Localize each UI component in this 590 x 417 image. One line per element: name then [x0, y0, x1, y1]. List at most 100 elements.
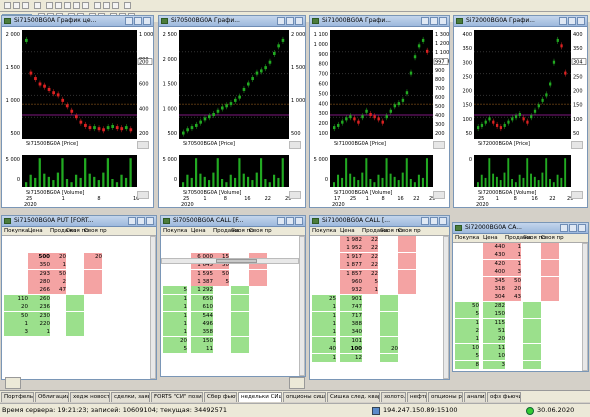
- close-button[interactable]: [577, 17, 585, 25]
- workspace-tab[interactable]: Сбер фьючи: [204, 392, 237, 402]
- table-row[interactable]: 1 220: [2, 320, 156, 328]
- workspace-tab[interactable]: сделки, заявки: [111, 392, 150, 402]
- orderbook-window[interactable]: Si72000BG0A CA... Покупка Цена Продажа Своя …: [452, 222, 589, 372]
- table-row[interactable]: [2, 236, 156, 244]
- table-row[interactable]: 293 50: [2, 269, 156, 278]
- vertical-scrollbar[interactable]: [299, 236, 305, 376]
- table-icon[interactable]: [55, 2, 62, 9]
- chart-window[interactable]: Si72000BG0A Графи... 400 350 300 250 200 150 10…: [453, 15, 588, 208]
- table-row[interactable]: 1 610: [161, 303, 305, 312]
- column-header[interactable]: Покупка: [4, 227, 28, 236]
- table-row[interactable]: 1 101: [310, 336, 449, 345]
- table-row[interactable]: 1 20: [453, 335, 588, 344]
- table-row[interactable]: 440 1: [453, 243, 588, 251]
- maximize-button[interactable]: [286, 17, 294, 25]
- chart-window[interactable]: Si71000BG0A Графи... 1 100 1 000 900 800 700 6…: [309, 15, 450, 208]
- table-row[interactable]: 1 12: [310, 353, 449, 362]
- chart-canvas[interactable]: 4003503002502001501005040035030025020015…: [454, 27, 587, 207]
- workspace-tab[interactable]: офз фьючи: [487, 392, 521, 402]
- orderbook-window[interactable]: Si70500BG0A CALL [F... Покупка Цена Продажа…: [160, 215, 306, 377]
- workspace-tab[interactable]: Портфель: [1, 392, 34, 402]
- minimize-button[interactable]: [125, 17, 133, 25]
- table-row[interactable]: [161, 236, 305, 244]
- column-header[interactable]: Цена: [28, 227, 43, 236]
- task-button-2[interactable]: [289, 377, 305, 389]
- table-row[interactable]: 1 388: [310, 320, 449, 328]
- maximize-button[interactable]: [286, 217, 294, 225]
- table-row[interactable]: 1 857 22: [310, 269, 449, 278]
- close-button[interactable]: [146, 217, 154, 225]
- table-row[interactable]: 20 236: [2, 303, 156, 312]
- minimize-button[interactable]: [421, 217, 429, 225]
- table-row[interactable]: 2 51: [453, 327, 588, 335]
- pane-toggle[interactable]: [289, 141, 301, 149]
- orderbook-icon[interactable]: [64, 2, 71, 9]
- close-button[interactable]: [295, 17, 303, 25]
- table-row[interactable]: 304 43: [453, 293, 588, 302]
- table-row[interactable]: 1 917 22: [310, 252, 449, 261]
- table-row[interactable]: 280 2: [2, 278, 156, 286]
- table-row[interactable]: 1 496: [161, 320, 305, 328]
- table-row[interactable]: 1 747: [310, 303, 449, 312]
- workspace-tab[interactable]: FORTS "СИ" позици..: [151, 392, 203, 402]
- table-row[interactable]: 1 115: [453, 318, 588, 327]
- close-button[interactable]: [439, 217, 447, 225]
- window-titlebar[interactable]: Si71500BG0A PUT [FORT...: [2, 216, 156, 227]
- connect-icon[interactable]: [103, 2, 110, 9]
- maximize-button[interactable]: [568, 17, 576, 25]
- table-row[interactable]: 400 3: [453, 268, 588, 277]
- vertical-scrollbar[interactable]: [582, 243, 588, 371]
- settings-icon[interactable]: [94, 2, 101, 9]
- pane-toggle[interactable]: [137, 141, 149, 149]
- column-header[interactable]: Цена: [191, 227, 206, 236]
- workspace-tab[interactable]: хедж новости: [70, 392, 110, 402]
- chart-canvas[interactable]: 2 0001 5001 0005001 000800600400200200Si…: [2, 27, 153, 207]
- window-titlebar[interactable]: Si71000BG0A Графи...: [310, 16, 449, 27]
- chart-icon[interactable]: [46, 2, 53, 9]
- minimize-button[interactable]: [560, 224, 568, 232]
- window-titlebar[interactable]: Si70500BG0A CALL [F...: [161, 216, 305, 227]
- table-row[interactable]: 31: [2, 328, 156, 337]
- column-header[interactable]: Своя пр: [541, 234, 564, 243]
- pane-toggle[interactable]: [571, 141, 583, 149]
- new-window-icon[interactable]: [4, 2, 11, 9]
- column-header[interactable]: Цена: [340, 227, 355, 236]
- vertical-scrollbar[interactable]: [443, 236, 449, 379]
- table-row[interactable]: 50 230: [2, 311, 156, 320]
- table-row[interactable]: 350 1: [2, 261, 156, 270]
- close-button[interactable]: [143, 17, 151, 25]
- table-row[interactable]: 1 650: [161, 294, 305, 303]
- table-row[interactable]: 266 47: [2, 286, 156, 295]
- table-row[interactable]: 83: [453, 360, 588, 369]
- table-row[interactable]: 25 901: [310, 294, 449, 303]
- table-row[interactable]: 40 100 20: [310, 345, 449, 354]
- column-header[interactable]: Своя пр: [398, 227, 421, 236]
- maximize-button[interactable]: [137, 217, 145, 225]
- window-titlebar[interactable]: Si72000BG0A Графи...: [454, 16, 587, 27]
- task-button-1[interactable]: [5, 377, 21, 389]
- table-row[interactable]: 10 11: [453, 343, 588, 352]
- workspace-tab[interactable]: золото.: [381, 392, 406, 402]
- table-row[interactable]: [2, 244, 156, 252]
- minimize-button[interactable]: [277, 217, 285, 225]
- chart-window[interactable]: Si71500BG0A График це... 2 000 1 500 1 000 5…: [1, 15, 154, 208]
- table-row[interactable]: 420 1: [453, 259, 588, 268]
- table-row[interactable]: 5 11: [161, 345, 305, 354]
- horizontal-scrollbar[interactable]: [161, 258, 299, 264]
- table-row[interactable]: 5 1 292: [161, 286, 305, 295]
- close-button[interactable]: [295, 217, 303, 225]
- table-row[interactable]: 1 340: [310, 328, 449, 337]
- workspace-tab[interactable]: анализ: [464, 392, 486, 402]
- pane-toggle[interactable]: [289, 191, 301, 199]
- chart-canvas[interactable]: 1 100 1 000 900 800 700 600 500 400 300 200 100 1 3…: [310, 27, 449, 207]
- minimize-button[interactable]: [277, 17, 285, 25]
- workspace-tab[interactable]: Облигации: [35, 392, 69, 402]
- close-button[interactable]: [439, 17, 447, 25]
- table-row[interactable]: 500 20 20: [2, 252, 156, 261]
- help-icon[interactable]: [124, 2, 131, 9]
- print-icon[interactable]: [34, 2, 41, 9]
- table-row[interactable]: 1 595 50: [161, 269, 305, 278]
- window-titlebar[interactable]: Si70500BG0A Графи...: [159, 16, 305, 27]
- window-titlebar[interactable]: Si71500BG0A График це...: [2, 16, 153, 27]
- pane-toggle[interactable]: [433, 141, 445, 149]
